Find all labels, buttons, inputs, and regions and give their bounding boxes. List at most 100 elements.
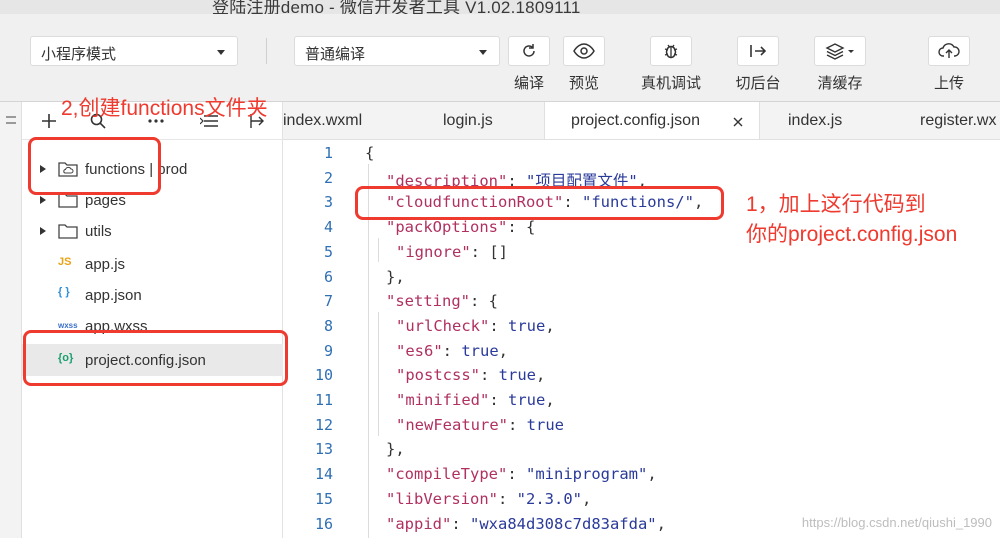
device-debug-button[interactable]	[650, 36, 692, 66]
line-number: 11	[314, 391, 333, 409]
mode-select-value: 小程序模式	[41, 46, 117, 63]
json-file-icon: { }	[58, 286, 70, 298]
code-token: "newFeature"	[396, 415, 508, 434]
line-number: 16	[314, 514, 333, 533]
code-line: "urlCheck": true,	[396, 317, 555, 335]
annotation-highlight-code-line	[355, 186, 724, 220]
code-token: :	[451, 514, 470, 533]
code-line: "newFeature": true	[396, 416, 564, 434]
annotation-step-1-line-2: 你的project.config.json	[746, 223, 958, 246]
code-token: : {	[507, 218, 536, 237]
code-token: true	[508, 316, 546, 335]
line-number-gutter: 1 2 3 4 5 6 7 8 9 10 11 12 13 14 15 16	[283, 140, 343, 538]
layers-icon	[825, 43, 854, 60]
code-token: "ignore"	[396, 242, 471, 261]
refresh-icon	[523, 44, 535, 57]
activity-marker	[6, 116, 16, 118]
tab-register[interactable]: register.wx	[920, 102, 1000, 139]
line-number: 4	[323, 218, 333, 237]
code-token: "wxa84d308c7d83afda"	[470, 514, 657, 533]
code-token: "appid"	[386, 514, 452, 533]
tab-index-wxml[interactable]: index.wxml	[283, 102, 393, 139]
code-token: "miniprogram"	[526, 465, 648, 484]
code-token: "2.3.0"	[516, 489, 582, 508]
window-title: 登陆注册demo - 微信开发者工具 V1.02.1809111	[212, 0, 581, 14]
code-token: },	[386, 440, 405, 459]
tab-project-config[interactable]: project.config.json	[544, 102, 760, 139]
code-token: true	[461, 341, 499, 360]
close-icon[interactable]	[733, 117, 743, 127]
compile-select-value: 普通编译	[305, 46, 366, 63]
line-number: 6	[323, 267, 333, 286]
code-token: :	[442, 341, 462, 360]
compile-label: 编译	[513, 75, 544, 92]
preview-button[interactable]	[563, 36, 605, 66]
code-line: "es6": true,	[396, 342, 508, 360]
preview-label: 预览	[568, 75, 599, 92]
mode-select[interactable]: 小程序模式	[30, 36, 238, 66]
code-token: ,	[545, 391, 555, 409]
code-token: true	[526, 415, 564, 434]
tree-item-app-js[interactable]: JS app.js	[22, 250, 283, 278]
code-line: "setting": {	[386, 292, 498, 310]
expand-arrow-icon[interactable]	[40, 196, 46, 204]
annotation-highlight-functions	[28, 137, 161, 195]
cloud-upload-icon	[938, 43, 960, 58]
bug-icon	[664, 44, 678, 59]
line-number: 10	[314, 366, 333, 385]
tree-item-utils[interactable]: utils	[22, 217, 283, 245]
chevron-down-icon	[479, 50, 487, 55]
code-token: "es6"	[396, 341, 443, 360]
line-number: 13	[314, 440, 333, 459]
code-token: true	[498, 366, 536, 385]
eye-icon	[573, 43, 595, 59]
code-token: },	[386, 267, 405, 286]
code-token: true	[508, 391, 546, 409]
line-number: 2	[323, 168, 333, 187]
annotation-highlight-project-config	[23, 330, 288, 386]
activity-strip	[0, 102, 22, 538]
code-line: },	[386, 268, 405, 286]
line-number: 15	[314, 489, 333, 508]
code-token: ,	[656, 514, 666, 533]
code-token: :	[507, 465, 526, 484]
device-debug-label: 真机调试	[640, 75, 701, 92]
code-token: "setting"	[386, 292, 470, 311]
line-number: 5	[323, 242, 333, 261]
switch-background-icon	[750, 45, 767, 57]
indent-guide	[378, 238, 379, 262]
watermark: https://blog.csdn.net/qiushi_1990	[801, 515, 992, 530]
code-token: :	[507, 415, 527, 434]
code-token: :	[480, 366, 499, 385]
compile-select[interactable]: 普通编译	[294, 36, 500, 66]
annotation-step-1-line-1: 1，加上这行代码到	[746, 193, 926, 216]
clear-cache-button[interactable]	[814, 36, 866, 66]
code-token: "urlCheck"	[396, 316, 490, 335]
line-number: 9	[323, 341, 333, 360]
line-number: 7	[323, 292, 333, 311]
code-token: "compileType"	[386, 465, 508, 484]
switch-background-button[interactable]	[737, 36, 779, 66]
editor-tabbar: index.wxml login.js project.config.json …	[283, 102, 1000, 140]
code-token: "packOptions"	[386, 218, 508, 237]
expand-arrow-icon[interactable]	[40, 227, 46, 235]
code-token: : []	[470, 242, 508, 261]
tab-login-js[interactable]: login.js	[443, 102, 543, 139]
code-token: ,	[498, 341, 509, 360]
code-line: "postcss": true,	[396, 366, 545, 384]
line-number: 14	[314, 465, 333, 484]
upload-label: 上传	[933, 75, 964, 92]
upload-button[interactable]	[928, 36, 970, 66]
line-number: 1	[323, 144, 333, 162]
indent-guide	[368, 164, 369, 538]
add-icon[interactable]	[42, 114, 56, 128]
tree-item-app-json[interactable]: { } app.json	[22, 281, 283, 309]
code-token: "libVersion"	[386, 489, 498, 508]
code-line: "libVersion": "2.3.0",	[386, 490, 591, 508]
main-toolbar: 小程序模式 普通编译 编译 预览 真机调试 切后台 清缓存 上传	[0, 14, 1000, 102]
line-number: 8	[323, 316, 333, 335]
code-token: "postcss"	[396, 366, 480, 385]
line-number: 3	[323, 193, 333, 212]
compile-button[interactable]	[508, 36, 550, 66]
tab-index-js[interactable]: index.js	[788, 102, 868, 139]
